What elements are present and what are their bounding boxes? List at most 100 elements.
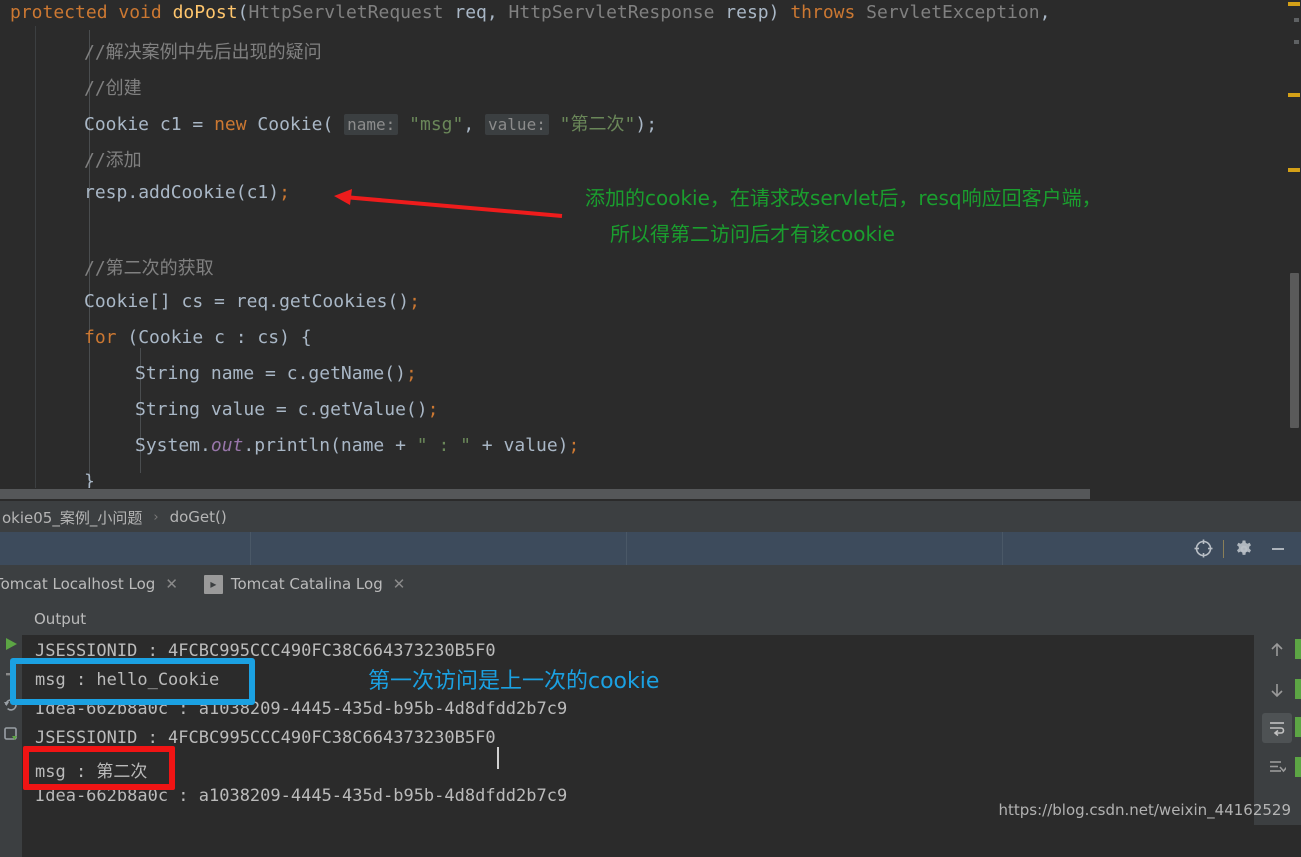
tab-label: Tomcat Catalina Log <box>230 575 383 593</box>
code-token: protected <box>10 2 119 23</box>
editor-scrollbar-track[interactable] <box>1288 0 1301 500</box>
code-line: for (Cookie c : cs) { <box>84 327 312 348</box>
scroll-marker <box>1288 168 1300 172</box>
code-token: //解决案例中先后出现的疑问 <box>84 42 322 63</box>
code-token: , <box>463 114 486 135</box>
code-line: Cookie[] cs = req.getCookies(); <box>84 291 420 312</box>
code-token: ; <box>409 291 420 312</box>
code-token: ; <box>427 399 439 420</box>
breadcrumb[interactable]: okie05_案例_小问题 › doGet() <box>0 500 1301 533</box>
cyan-highlight-box <box>10 658 255 705</box>
code-token: for <box>84 327 128 348</box>
breadcrumb-item-class[interactable]: okie05_案例_小问题 <box>0 507 144 528</box>
toolwindow-header-actions <box>1186 532 1301 565</box>
scroll-down-icon[interactable] <box>1262 675 1292 705</box>
console-output-area[interactable]: Output JSESSIONID : 4FCBC995CCC490FC38C6… <box>22 603 1254 829</box>
code-token: c : cs) { <box>203 327 312 348</box>
print-icon[interactable] <box>2 725 20 743</box>
code-token: System <box>135 435 201 456</box>
text-caret <box>497 747 499 769</box>
tab-tomcat-localhost-log[interactable]: Tomcat Localhost Log ✕ <box>0 565 202 603</box>
code-token: name: <box>344 114 399 135</box>
breadcrumb-separator: › <box>153 509 159 525</box>
editor-hscrollbar-thumb[interactable] <box>0 489 1090 499</box>
toolbar-segment <box>251 532 627 565</box>
code-token: req, <box>443 2 509 23</box>
code-token: //添加 <box>84 150 142 171</box>
green-annotation-line2: 所以得第二访问后才有该cookie <box>610 222 895 246</box>
status-strip <box>1295 757 1301 777</box>
cyan-annotation-text: 第一次访问是上一次的cookie <box>368 669 660 694</box>
code-line: System.out.println(name + " : " + value)… <box>135 435 579 456</box>
code-line: String value = c.getValue(); <box>135 399 438 420</box>
code-token: ServletException <box>866 2 1040 23</box>
code-token: value: <box>485 114 549 135</box>
scroll-up-icon[interactable] <box>1262 635 1292 665</box>
toolbar-segment <box>0 532 251 565</box>
code-token: void <box>118 2 173 23</box>
console-right-toolbar <box>1254 603 1301 825</box>
code-line: String name = c.getName(); <box>135 363 417 384</box>
code-line: protected void doPost(HttpServletRequest… <box>10 2 1050 23</box>
tab-label: Tomcat Localhost Log <box>0 575 156 593</box>
tab-tomcat-catalina-log[interactable]: ▸ Tomcat Catalina Log ✕ <box>202 565 429 603</box>
code-token: "msg" <box>409 114 464 135</box>
scroll-marker <box>1294 40 1299 44</box>
code-token: [] cs = req.getCookies() <box>149 291 410 312</box>
editor-scrollbar-thumb[interactable] <box>1290 273 1299 428</box>
code-token: , <box>1039 2 1051 23</box>
code-token: ( <box>237 2 249 23</box>
code-token: Cookie <box>257 114 323 135</box>
status-strip <box>1295 639 1301 659</box>
code-token: addCookie <box>138 182 236 203</box>
code-token: Cookie <box>84 291 150 312</box>
code-editor[interactable]: protected void doPost(HttpServletRequest… <box>0 0 1301 500</box>
ide-window: protected void doPost(HttpServletRequest… <box>0 0 1301 857</box>
toolbar-segment <box>627 532 1003 565</box>
console-output-label: Output <box>22 603 1254 635</box>
code-token: HttpServletRequest <box>248 2 444 23</box>
play-icon: ▸ <box>203 574 223 594</box>
breadcrumb-item-method[interactable]: doGet() <box>168 508 229 526</box>
red-arrow-annotation <box>334 189 563 218</box>
code-token: ; <box>279 182 290 203</box>
code-token: ( <box>127 327 139 348</box>
scroll-marker <box>1288 2 1300 6</box>
code-token: new <box>214 114 258 135</box>
code-token: resp <box>84 182 128 203</box>
code-token: + value) <box>470 435 569 456</box>
soft-wrap-icon[interactable] <box>1262 713 1292 743</box>
target-icon[interactable] <box>1186 532 1220 565</box>
console-line: JSESSIONID : 4FCBC995CCC490FC38C66437323… <box>35 728 496 748</box>
settings-gear-icon[interactable] <box>1227 532 1261 565</box>
code-token: . <box>127 182 139 203</box>
code-token: ; <box>568 435 580 456</box>
scroll-to-end-icon[interactable] <box>1262 753 1292 783</box>
code-token: Cookie <box>138 327 204 348</box>
code-token: //创建 <box>84 78 142 99</box>
code-line: resp.addCookie(c1); <box>84 182 290 203</box>
code-token: ( <box>322 114 345 135</box>
code-line: //创建 <box>84 74 142 100</box>
code-token: .println(name + <box>243 435 417 456</box>
scroll-marker <box>1288 93 1300 97</box>
code-line: //第二次的获取 <box>84 254 214 280</box>
code-token: //第二次的获取 <box>84 258 214 279</box>
rerun-icon[interactable] <box>2 635 20 653</box>
code-token: (c1) <box>235 182 280 203</box>
code-token: ); <box>635 114 658 135</box>
run-tool-tabs[interactable]: Tomcat Localhost Log ✕ ▸ Tomcat Catalina… <box>0 565 1301 603</box>
code-token: . <box>200 435 211 456</box>
status-strip <box>1295 717 1301 737</box>
code-token: throws <box>790 2 867 23</box>
watermark: https://blog.csdn.net/weixin_44162529 <box>998 801 1291 819</box>
minimize-icon[interactable] <box>1261 532 1295 565</box>
close-icon[interactable]: ✕ <box>393 575 406 593</box>
status-strip <box>1295 679 1301 699</box>
code-token: ; <box>405 363 417 384</box>
code-line: //解决案例中先后出现的疑问 <box>84 38 322 64</box>
close-icon[interactable]: ✕ <box>165 575 178 593</box>
code-token: Cookie <box>84 114 150 135</box>
